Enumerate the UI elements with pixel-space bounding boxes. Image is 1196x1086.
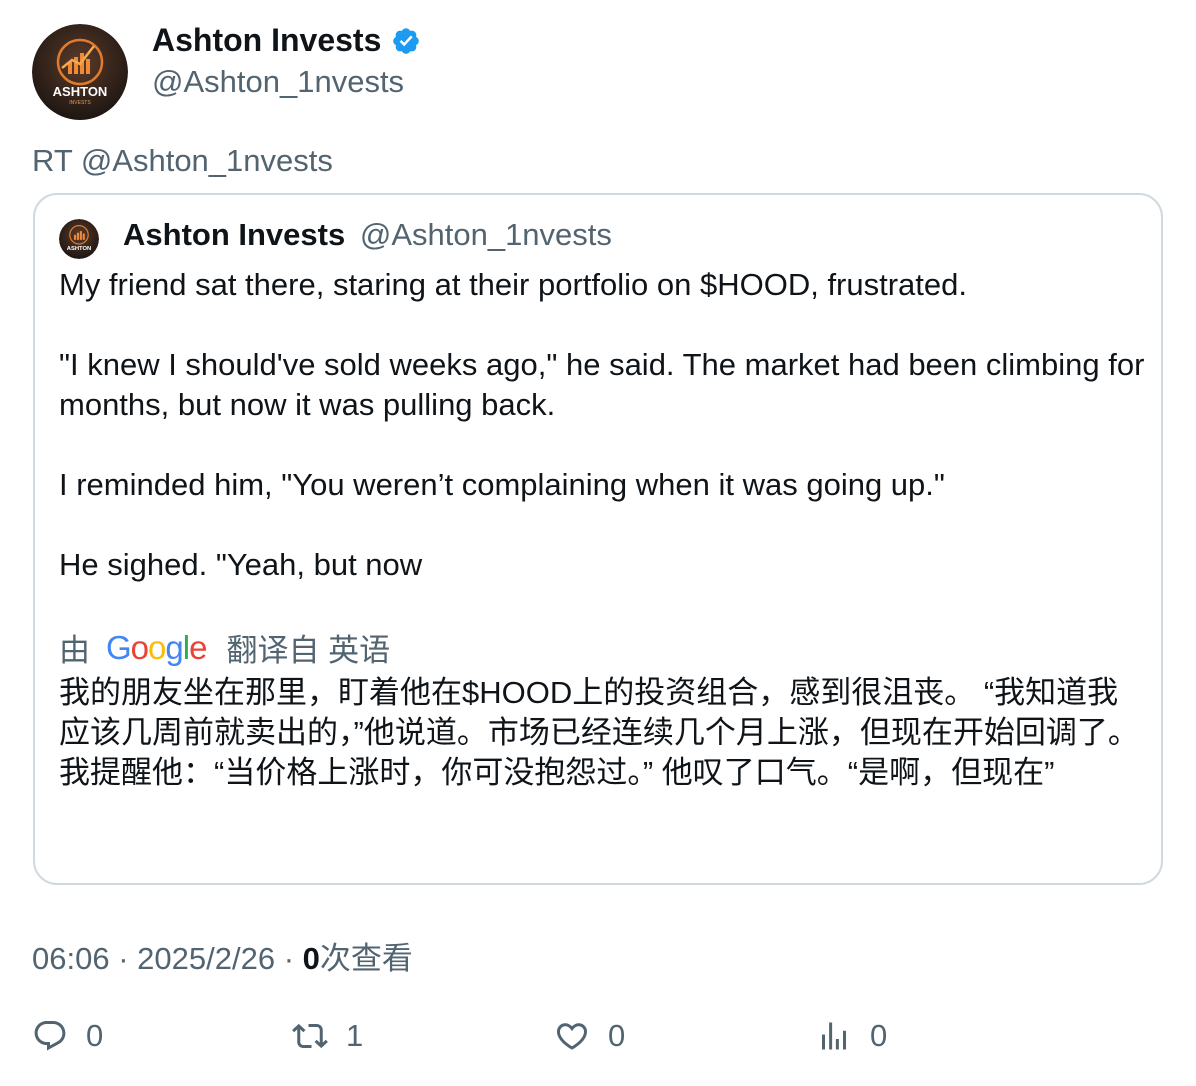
quoted-paragraph: "I knew I should've sold weeks ago," he … [59,347,1145,422]
like-button[interactable]: 0 [554,1018,625,1054]
author-name-text[interactable]: Ashton Invests [152,22,381,59]
author-name[interactable]: Ashton Invests [152,22,421,59]
reply-button[interactable]: 0 [32,1018,103,1054]
avatar-logo-icon: ASHTON INVESTS [32,24,128,120]
views-action-count: 0 [870,1018,888,1053]
avatar-logo-icon: ASHTON [59,219,99,259]
reply-count: 0 [86,1018,104,1053]
views-button[interactable]: 0 [816,1018,887,1054]
retweet-icon [292,1023,328,1049]
analytics-icon [822,1022,846,1050]
tweet-date[interactable]: 2025/2/26 [137,941,275,976]
quoted-paragraph: He sighed. "Yeah, but now [59,547,423,582]
translated-text: 我的朋友坐在那里，盯着他在$HOOD上的投资组合，感到很沮丧。 “我知道我应该几… [59,675,1139,790]
quoted-author-name[interactable]: Ashton Invests [123,217,345,252]
svg-text:ASHTON: ASHTON [67,246,92,252]
quoted-header: Ashton Invests @Ashton_1nvests [123,217,612,253]
quoted-tweet-card[interactable]: ASHTON Ashton Invests @Ashton_1nvests My… [33,193,1163,885]
retweet-line: RT @Ashton_1nvests [32,143,333,178]
tweet-time[interactable]: 06:06 [32,941,110,976]
svg-text:ASHTON: ASHTON [53,84,108,99]
retweet-count: 1 [346,1018,364,1053]
retweet-button[interactable]: 1 [292,1018,363,1054]
quoted-tweet-text: My friend sat there, staring at their po… [59,265,1149,585]
quoted-paragraph: I reminded him, "You weren’t complaining… [59,467,945,502]
quoted-author-avatar[interactable]: ASHTON [59,219,99,259]
reply-icon [34,1021,66,1051]
translation-suffix: 翻译自 英语 [226,633,391,668]
svg-text:INVESTS: INVESTS [69,100,91,106]
views-count: 0 [302,941,320,976]
meta-separator: · [118,941,129,976]
meta-separator: · [283,941,295,976]
like-count: 0 [608,1018,626,1053]
action-bar: 0 1 0 0 [32,1018,1172,1062]
author-handle[interactable]: @Ashton_1nvests [152,64,404,100]
heart-icon [556,1023,588,1050]
google-logo: Google [106,628,207,666]
quoted-paragraph: My friend sat there, staring at their po… [59,267,968,302]
translation-prefix: 由 [59,633,90,668]
tweet-meta: 06:06 · 2025/2/26 · 0次查看 [32,933,413,978]
verified-badge-icon [393,27,420,54]
views-label: 次查看 [319,941,413,976]
translation-attribution: 由 Google 翻译自 英语 [59,625,390,670]
author-avatar[interactable]: ASHTON INVESTS [32,24,128,120]
quoted-author-handle[interactable]: @Ashton_1nvests [360,217,612,252]
